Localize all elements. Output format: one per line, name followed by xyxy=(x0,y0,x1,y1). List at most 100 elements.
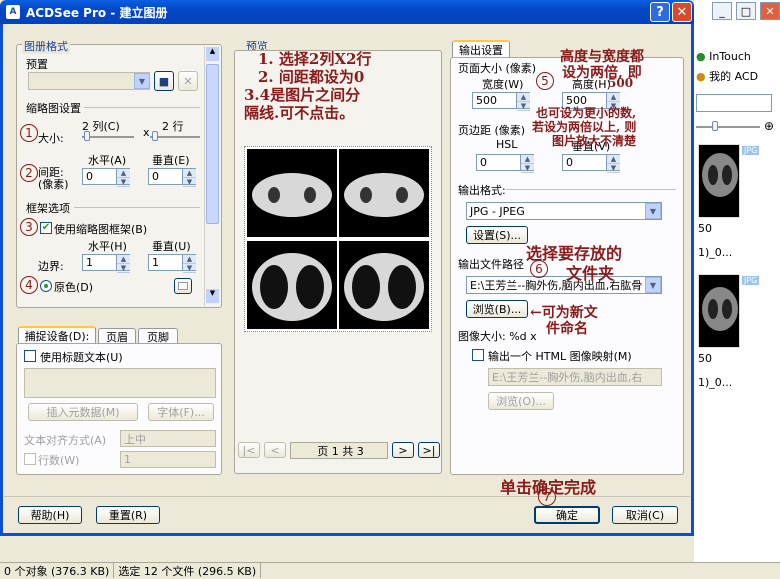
spacing-v-label: 垂直(E) xyxy=(152,154,190,167)
rows-slider-thumb[interactable] xyxy=(152,131,158,141)
step-1-marker: 1 xyxy=(20,124,38,142)
save-preset-icon[interactable]: ■ xyxy=(154,71,174,91)
rows-count-input[interactable]: 1 xyxy=(120,451,216,468)
delete-preset-icon[interactable]: ✕ xyxy=(178,71,198,91)
rows-count-label: 行数(W) xyxy=(38,454,80,467)
format-scrollbar[interactable]: ▲ ▼ xyxy=(204,46,220,306)
preset-dropdown[interactable] xyxy=(28,72,150,90)
status-objects: 0 个对象 (376.3 KB) xyxy=(0,563,115,578)
step-2-marker: 2 xyxy=(20,164,38,182)
browse-button[interactable]: 浏览(B)... xyxy=(466,300,528,318)
scroll-down-icon[interactable]: ▼ xyxy=(206,289,219,303)
frame-v-label: 垂直(U) xyxy=(152,240,191,253)
reset-button[interactable]: 重置(R) xyxy=(96,506,160,524)
spacing-h-spinner[interactable]: ▲ ▼ xyxy=(116,169,130,187)
ok-button[interactable]: 确定 xyxy=(534,506,600,524)
times-label: x xyxy=(143,126,150,139)
format-dropdown[interactable]: JPG - JPEG xyxy=(466,202,662,220)
bg-caption: 50 xyxy=(698,222,712,235)
preview-cell xyxy=(339,241,429,329)
step-4-marker: 4 xyxy=(20,276,38,294)
columns-slider-thumb[interactable] xyxy=(84,131,90,141)
close-icon[interactable]: ✕ xyxy=(672,2,692,22)
cancel-button[interactable]: 取消(C) xyxy=(612,506,678,524)
path-label: 输出文件路径 xyxy=(458,258,524,271)
step-5-marker: 5 xyxy=(536,72,554,90)
help-icon[interactable]: ? xyxy=(650,2,670,22)
html-map-checkbox[interactable] xyxy=(472,349,484,361)
bg-zoom-slider[interactable] xyxy=(696,126,760,128)
close-icon[interactable]: ✕ xyxy=(760,2,780,20)
restore-icon[interactable]: □ xyxy=(736,2,756,20)
original-color-radio[interactable] xyxy=(40,280,52,292)
preview-cell xyxy=(247,241,337,329)
minimize-icon[interactable]: _ xyxy=(712,2,732,20)
first-page-button[interactable]: |< xyxy=(238,442,260,458)
format-settings-button[interactable]: 设置(S)... xyxy=(466,226,528,244)
use-frame-checkbox[interactable]: ✔ xyxy=(40,222,52,234)
annotation-text: 500 xyxy=(608,76,634,90)
margin-h-spinner[interactable]: ▲ ▼ xyxy=(520,155,534,173)
width-spinner[interactable]: ▲ ▼ xyxy=(516,93,530,111)
path-dropdown[interactable]: E:\王芳兰--胸外伤,脑内出血,右肱骨 xyxy=(466,276,662,294)
divider xyxy=(506,189,676,190)
app-icon: A xyxy=(6,5,20,19)
text-align-dropdown[interactable]: 上中 xyxy=(120,430,216,447)
border-label: 边界: xyxy=(38,260,64,273)
bg-caption: 1)_0... xyxy=(698,376,733,389)
html-path-dropdown[interactable]: E:\王芳兰--胸外伤,脑内出血,右 xyxy=(488,368,662,386)
page-indicator: 页 1 共 3 xyxy=(290,442,388,459)
border-v-spinner[interactable]: ▲ ▼ xyxy=(182,255,196,273)
scroll-thumb[interactable] xyxy=(206,64,219,224)
window-title: ACDSee Pro - 建立图册 xyxy=(26,5,168,20)
color-picker-button[interactable] xyxy=(174,278,192,294)
use-title-text-label: 使用标题文本(U) xyxy=(40,351,123,364)
step-7-marker: 7 xyxy=(538,488,556,506)
font-button[interactable]: 字体(F)... xyxy=(148,403,214,421)
bg-zoom-thumb[interactable] xyxy=(712,121,718,131)
rows-checkbox[interactable] xyxy=(24,453,36,465)
my-acd-label: 我的 ACD xyxy=(709,70,759,83)
frame-h-label: 水平(H) xyxy=(88,240,127,253)
title-text-area[interactable] xyxy=(24,368,216,398)
last-page-button[interactable]: >| xyxy=(418,442,440,458)
tab-footer[interactable]: 页脚 xyxy=(138,328,178,344)
scroll-up-icon[interactable]: ▲ xyxy=(206,47,219,61)
tab-capture-device[interactable]: 捕捉设备(D): xyxy=(18,326,96,344)
margin-label: 页边距 (像素) xyxy=(458,124,526,137)
html-browse-button[interactable]: 浏览(O)... xyxy=(488,392,554,410)
tab-label: 捕捉设备(D): xyxy=(24,330,90,343)
tab-header[interactable]: 页眉 xyxy=(98,328,136,344)
chevron-down-icon[interactable]: ▼ xyxy=(134,73,150,89)
bg-thumbnail-1[interactable] xyxy=(698,144,740,218)
preset-label: 预置 xyxy=(26,58,48,71)
intouch-item[interactable]: ● InTouch xyxy=(696,50,751,63)
my-acd-item[interactable]: ● 我的 ACD xyxy=(696,68,758,84)
insert-metadata-button[interactable]: 插入元数据(M) xyxy=(28,403,138,421)
use-title-text-checkbox[interactable] xyxy=(24,350,36,362)
help-button[interactable]: 帮助(H) xyxy=(18,506,82,524)
prev-page-button[interactable]: < xyxy=(264,442,286,458)
bg-caption: 50 xyxy=(698,352,712,365)
next-page-button[interactable]: > xyxy=(392,442,414,458)
intouch-label: InTouch xyxy=(709,50,751,63)
tab-output-settings[interactable]: 输出设置 xyxy=(452,40,510,58)
bg-thumbnail-2[interactable] xyxy=(698,274,740,348)
chevron-down-icon[interactable]: ▼ xyxy=(645,203,661,219)
format-group-title: 图册格式 xyxy=(22,38,70,54)
margin-v-spinner[interactable]: ▲ ▼ xyxy=(606,155,620,173)
html-map-label: 输出一个 HTML 图像映射(M) xyxy=(488,350,632,363)
thumb-settings-label: 缩略图设置 xyxy=(26,102,81,115)
frame-options-label: 框架选项 xyxy=(26,202,70,215)
rows-label: 2 行 xyxy=(162,120,184,133)
border-h-spinner[interactable]: ▲ ▼ xyxy=(116,255,130,273)
spacing-v-spinner[interactable]: ▲ ▼ xyxy=(182,169,196,187)
chevron-down-icon[interactable]: ▼ xyxy=(645,277,661,293)
zoom-plus-icon[interactable]: ⊕ xyxy=(764,119,774,133)
bg-dropdown[interactable] xyxy=(696,94,772,112)
image-size-label: 图像大小: %d x xyxy=(458,330,537,343)
status-bar: 0 个对象 (376.3 KB) 选定 12 个文件 (296.5 KB) xyxy=(0,562,780,578)
margin-h-label: HSL xyxy=(496,138,518,151)
step-3-marker: 3 xyxy=(20,218,38,236)
use-frame-label: 使用缩略图框架(B) xyxy=(54,223,148,236)
